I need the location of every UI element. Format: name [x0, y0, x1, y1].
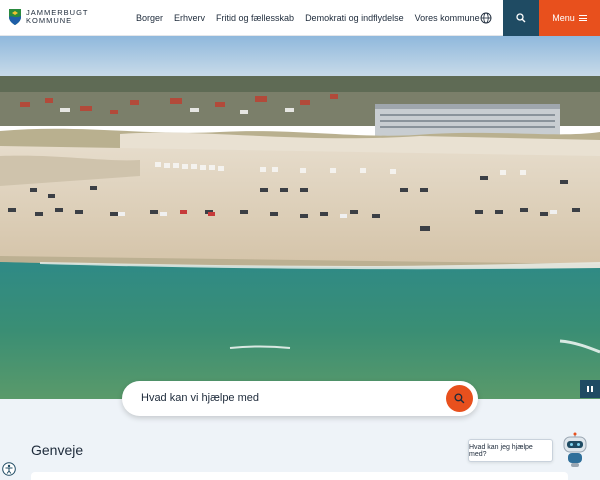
section-title-genveje: Genveje [31, 442, 84, 458]
search-icon [516, 13, 526, 23]
search-submit-icon [454, 393, 465, 404]
chatbot-robot-icon[interactable] [560, 432, 590, 468]
menu-button[interactable]: Menu [539, 0, 600, 36]
header-search-button[interactable] [503, 0, 539, 36]
search-placeholder: Hvad kan vi hjælpe med [141, 392, 260, 404]
main-nav: Borger Erhverv Fritid og fællesskab Demo… [136, 0, 491, 36]
site-logo[interactable]: JAMMERBUGT KOMMUNE [8, 8, 89, 26]
logo-shield [9, 9, 21, 25]
globe-icon[interactable] [480, 12, 492, 24]
accessibility-icon[interactable] [2, 462, 16, 476]
nav-fritid-og-faellesskab[interactable]: Fritid og fællesskab [216, 13, 294, 23]
hero-search-input[interactable]: Hvad kan vi hjælpe med [122, 381, 478, 416]
hero-image [0, 36, 600, 399]
nav-borger[interactable]: Borger [136, 13, 163, 23]
nav-vores-kommune[interactable]: Vores kommune [415, 13, 480, 23]
nav-erhverv[interactable]: Erhverv [174, 13, 205, 23]
nav-demokrati-og-indflydelse[interactable]: Demokrati og indflydelse [305, 13, 404, 23]
shortcuts-card [31, 472, 568, 480]
pause-video-button[interactable] [580, 380, 600, 398]
pause-icon [587, 386, 589, 392]
site-header: JAMMERBUGT KOMMUNE Borger Erhverv Fritid… [0, 0, 600, 36]
chatbot-prompt-bubble[interactable]: Hvad kan jeg hjælpe med? [468, 439, 553, 462]
search-submit-button[interactable] [446, 385, 473, 412]
menu-icon [578, 15, 587, 21]
menu-label: Menu [552, 13, 575, 23]
logo-text-line2: KOMMUNE [26, 16, 73, 25]
